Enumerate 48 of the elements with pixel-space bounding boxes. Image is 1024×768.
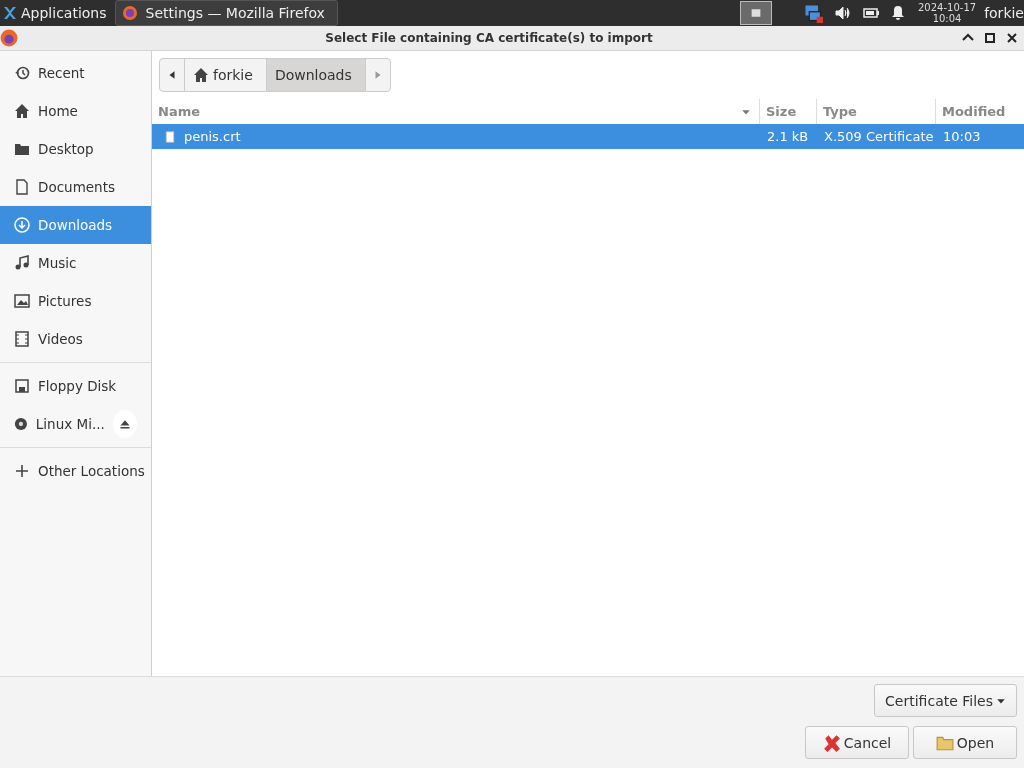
sidebar-item[interactable]: Home	[0, 92, 151, 130]
home-icon	[193, 67, 209, 83]
maximize-icon[interactable]	[982, 30, 998, 46]
bell-icon	[890, 5, 906, 21]
volume-icon	[834, 5, 852, 21]
sidebar-item[interactable]: Recent	[0, 54, 151, 92]
disc-icon	[14, 416, 28, 432]
download-icon	[14, 217, 30, 233]
browser-icon	[121, 5, 138, 21]
file-type-dropdown[interactable]: Certificate Files	[874, 684, 1017, 717]
document-icon	[14, 179, 30, 195]
folder-icon	[14, 141, 30, 157]
sidebar-item[interactable]: Music	[0, 244, 151, 282]
clock-time: 10:04	[932, 13, 962, 24]
taskbar-window-button[interactable]: Settings — Mozilla Firefox	[114, 0, 338, 26]
battery-icon	[862, 5, 880, 21]
home-icon	[14, 103, 30, 119]
window-title: Select File containing CA certificate(s) to import	[324, 31, 654, 45]
applications-menu[interactable]: Applications	[0, 0, 113, 26]
eject-button[interactable]	[112, 410, 137, 438]
video-icon	[14, 331, 30, 347]
floppy-icon	[14, 378, 30, 394]
sidebar-item[interactable]: Videos	[0, 320, 151, 358]
sidebar-item[interactable]: Documents	[0, 168, 151, 206]
music-icon	[14, 255, 30, 271]
recent-icon	[14, 65, 30, 81]
cancel-button[interactable]: Cancel	[805, 726, 909, 759]
sidebar-item[interactable]: Linux Mi...	[0, 405, 151, 443]
browser-icon	[0, 29, 18, 47]
eject-icon	[118, 418, 131, 430]
sidebar-item[interactable]: Pictures	[0, 282, 151, 320]
window-icon	[749, 8, 763, 18]
column-header[interactable]: Name	[152, 99, 759, 124]
sidebar-item[interactable]: Desktop	[0, 130, 151, 168]
clock-date: 2024-10-17	[918, 2, 977, 13]
app-menu-icon	[2, 5, 18, 21]
sidebar-item[interactable]: Other Locations	[0, 452, 151, 490]
open-button[interactable]: Open	[913, 726, 1017, 759]
cross-icon	[822, 733, 841, 752]
path-button[interactable]: forkie	[185, 59, 267, 91]
path-button[interactable]: Downloads	[266, 59, 366, 91]
plus-icon	[14, 463, 30, 479]
sidebar-item[interactable]: Floppy Disk	[0, 367, 151, 405]
file-icon	[164, 129, 176, 144]
user-name[interactable]: forkie	[984, 5, 1024, 21]
workspace-switcher[interactable]	[740, 1, 772, 25]
left-arrow-icon	[167, 70, 177, 80]
picture-icon	[14, 293, 30, 309]
